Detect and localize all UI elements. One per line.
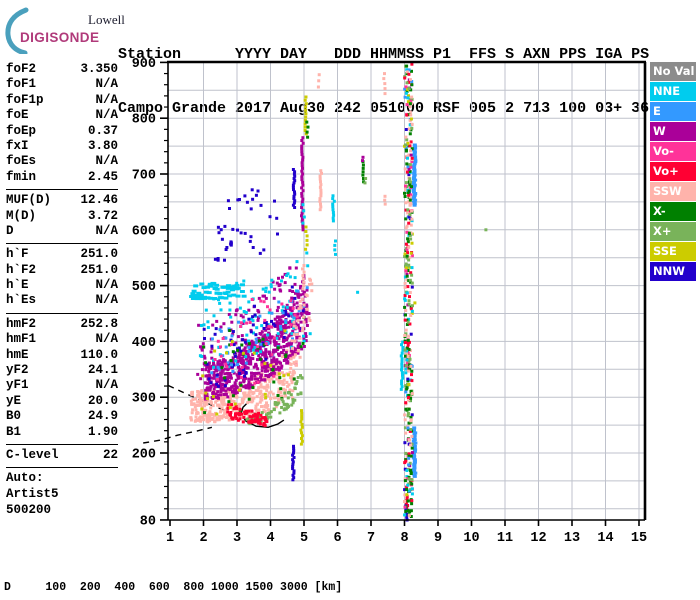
plot-axes: 900800700600500400300200801 2 3 4 5 6 7 8 9 10 11 1… (132, 57, 647, 546)
y-tick-label: 400 (132, 336, 156, 351)
x-tick-label: 3 (233, 531, 241, 546)
y-tick-label: 600 (132, 224, 156, 239)
x-tick-label: 15 (631, 531, 647, 546)
x-tick-label: 7 (367, 531, 375, 546)
ionogram-plot: 900800700600500400300200801 2 3 4 5 6 7 8 9 10 11 1… (132, 57, 647, 546)
distance-row: D 100 200 400 600 800 1000 1500 3000 [km… (4, 581, 343, 594)
legend-item-vo: Vo+ (650, 162, 696, 182)
x-tick-label: 9 (434, 531, 442, 546)
legend-item-nnw: NNW (650, 262, 696, 282)
legend-item-e: E (650, 102, 696, 122)
y-tick-label: 200 (132, 448, 156, 463)
x-tick-label: 12 (530, 531, 546, 546)
x-tick-label: 4 (266, 531, 274, 546)
legend-item-noval: No Val (650, 62, 696, 82)
ionogram-viewer: Lowell DIGISONDE Station YYYY DAY DDD HH… (0, 0, 700, 600)
y-tick-label: 900 (132, 57, 156, 72)
x-tick-label: 5 (300, 531, 308, 546)
legend-item-x: X- (650, 202, 696, 222)
x-tick-label: 10 (463, 531, 479, 546)
x-tick-label: 13 (564, 531, 580, 546)
bottom-block: D 100 200 400 600 800 1000 1500 3000 [km… (4, 552, 694, 600)
x-tick-label: 11 (497, 531, 513, 546)
legend-item-nne: NNE (650, 82, 696, 102)
legend-item-vo: Vo- (650, 142, 696, 162)
x-tick-label: 8 (400, 531, 408, 546)
y-tick-label: 300 (132, 392, 156, 407)
x-tick-label: 2 (199, 531, 207, 546)
x-tick-label: 14 (597, 531, 613, 546)
legend-item-ssw: SSW (650, 182, 696, 202)
y-tick-label: 700 (132, 169, 156, 184)
x-tick-label: 1 (166, 531, 174, 546)
x-tick-label: 6 (333, 531, 341, 546)
y-tick-label: 80 (140, 514, 156, 529)
y-tick-label: 800 (132, 113, 156, 128)
direction-color-legend: No Val NNE E W Vo- Vo+ SSW X- X+ SSE NNW (650, 62, 696, 282)
legend-item-x: X+ (650, 222, 696, 242)
legend-item-w: W (650, 122, 696, 142)
legend-item-sse: SSE (650, 242, 696, 262)
y-tick-label: 500 (132, 280, 156, 295)
